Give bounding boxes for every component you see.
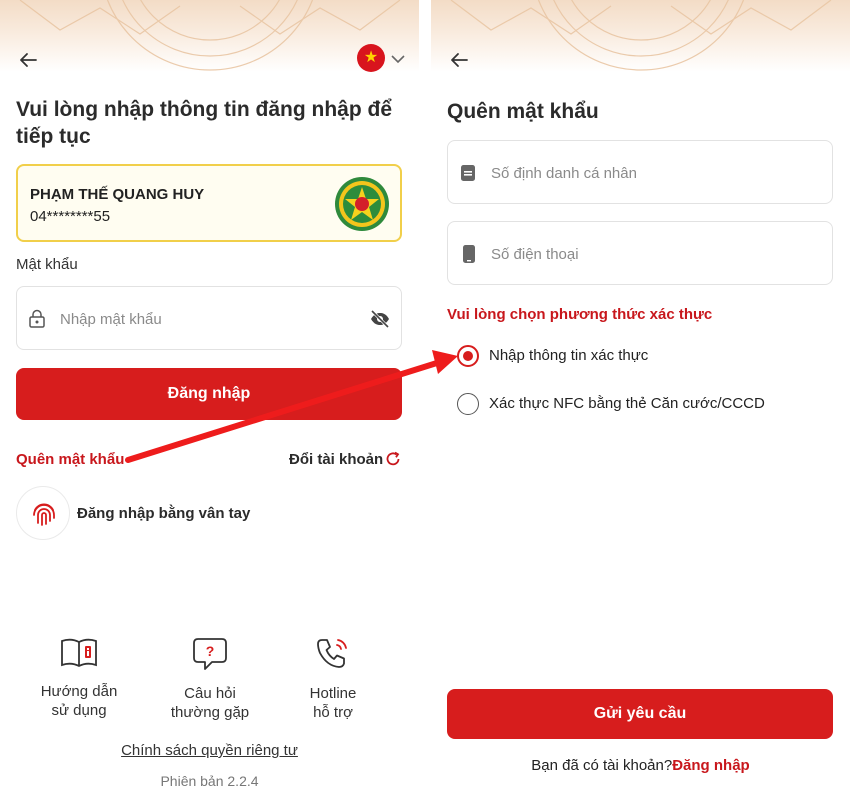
forgot-password-link[interactable]: Quên mật khẩu <box>16 451 124 468</box>
login-button[interactable]: Đăng nhập <box>16 368 402 420</box>
option-label: Nhập thông tin xác thực <box>489 347 649 364</box>
account-name: PHẠM THẾ QUANG HUY <box>30 186 205 203</box>
eye-off-icon[interactable] <box>369 309 391 334</box>
privacy-policy-link[interactable]: Chính sách quyền riêng tư <box>0 742 419 759</box>
help-hotline-label: Hotline hỗ trợ <box>309 685 357 721</box>
question-bubble-icon: ? <box>193 638 227 670</box>
submit-request-button[interactable]: Gửi yêu cầu <box>447 689 833 739</box>
personal-id-field[interactable]: Số định danh cá nhân <box>447 140 833 204</box>
login-link[interactable]: Đăng nhập <box>672 757 750 774</box>
help-hotline[interactable]: Hotline hỗ trợ <box>278 636 388 722</box>
account-card[interactable]: PHẠM THẾ QUANG HUY 04********55 <box>16 164 402 242</box>
page-title: Vui lòng nhập thông tin đăng nhập để tiế… <box>16 98 393 148</box>
help-guide[interactable]: Hướng dẫn sử dụng <box>24 636 134 720</box>
fingerprint-button[interactable] <box>16 486 70 540</box>
mobile-phone-icon <box>462 244 476 269</box>
svg-text:?: ? <box>206 643 215 659</box>
chevron-down-icon[interactable] <box>390 52 406 64</box>
have-account-line: Bạn đã có tài khoản?Đăng nhập <box>531 757 750 774</box>
switch-account-link[interactable]: Đổi tài khoản <box>289 451 383 468</box>
phone-icon <box>317 639 347 668</box>
phone-field[interactable]: Số điện thoại <box>447 221 833 285</box>
password-field[interactable]: Nhập mật khẩu <box>16 286 402 350</box>
book-icon <box>61 638 97 668</box>
id-card-icon <box>460 163 476 188</box>
fingerprint-login-label[interactable]: Đăng nhập bằng vân tay <box>77 505 250 522</box>
refresh-icon[interactable] <box>384 450 402 473</box>
phone-placeholder: Số điện thoại <box>491 246 579 263</box>
fingerprint-icon <box>33 503 55 526</box>
vietnam-flag-icon[interactable]: ★ <box>357 44 385 72</box>
app-version: Phiên bản 2.2.4 <box>160 773 259 789</box>
password-placeholder: Nhập mật khẩu <box>60 311 162 328</box>
help-faq[interactable]: ? Câu hỏi thường gặp <box>155 636 265 722</box>
radio-unselected[interactable] <box>457 393 479 415</box>
account-phone: 04********55 <box>30 208 111 225</box>
help-guide-label: Hướng dẫn sử dụng <box>40 683 118 719</box>
help-faq-label: Câu hỏi thường gặp <box>170 685 250 721</box>
password-label: Mật khẩu <box>16 256 78 273</box>
forgot-password-screen: Quên mật khẩu Số định danh cá nhân Số đi… <box>431 0 850 810</box>
screen-divider <box>419 0 431 810</box>
personal-id-placeholder: Số định danh cá nhân <box>491 165 637 182</box>
radio-selected[interactable] <box>457 345 479 367</box>
header-banner <box>431 0 850 72</box>
back-arrow-icon[interactable] <box>447 48 471 72</box>
police-emblem-icon <box>334 176 390 232</box>
page-title: Quên mật khẩu <box>447 100 599 123</box>
verification-method-heading: Vui lòng chọn phương thức xác thực <box>447 306 713 323</box>
back-arrow-icon[interactable] <box>16 48 40 72</box>
lock-icon <box>27 309 47 334</box>
option-label: Xác thực NFC bằng thẻ Căn cước/CCCD <box>489 395 765 412</box>
login-screen: ★ Vui lòng nhập thông tin đăng nhập để t… <box>0 0 419 810</box>
